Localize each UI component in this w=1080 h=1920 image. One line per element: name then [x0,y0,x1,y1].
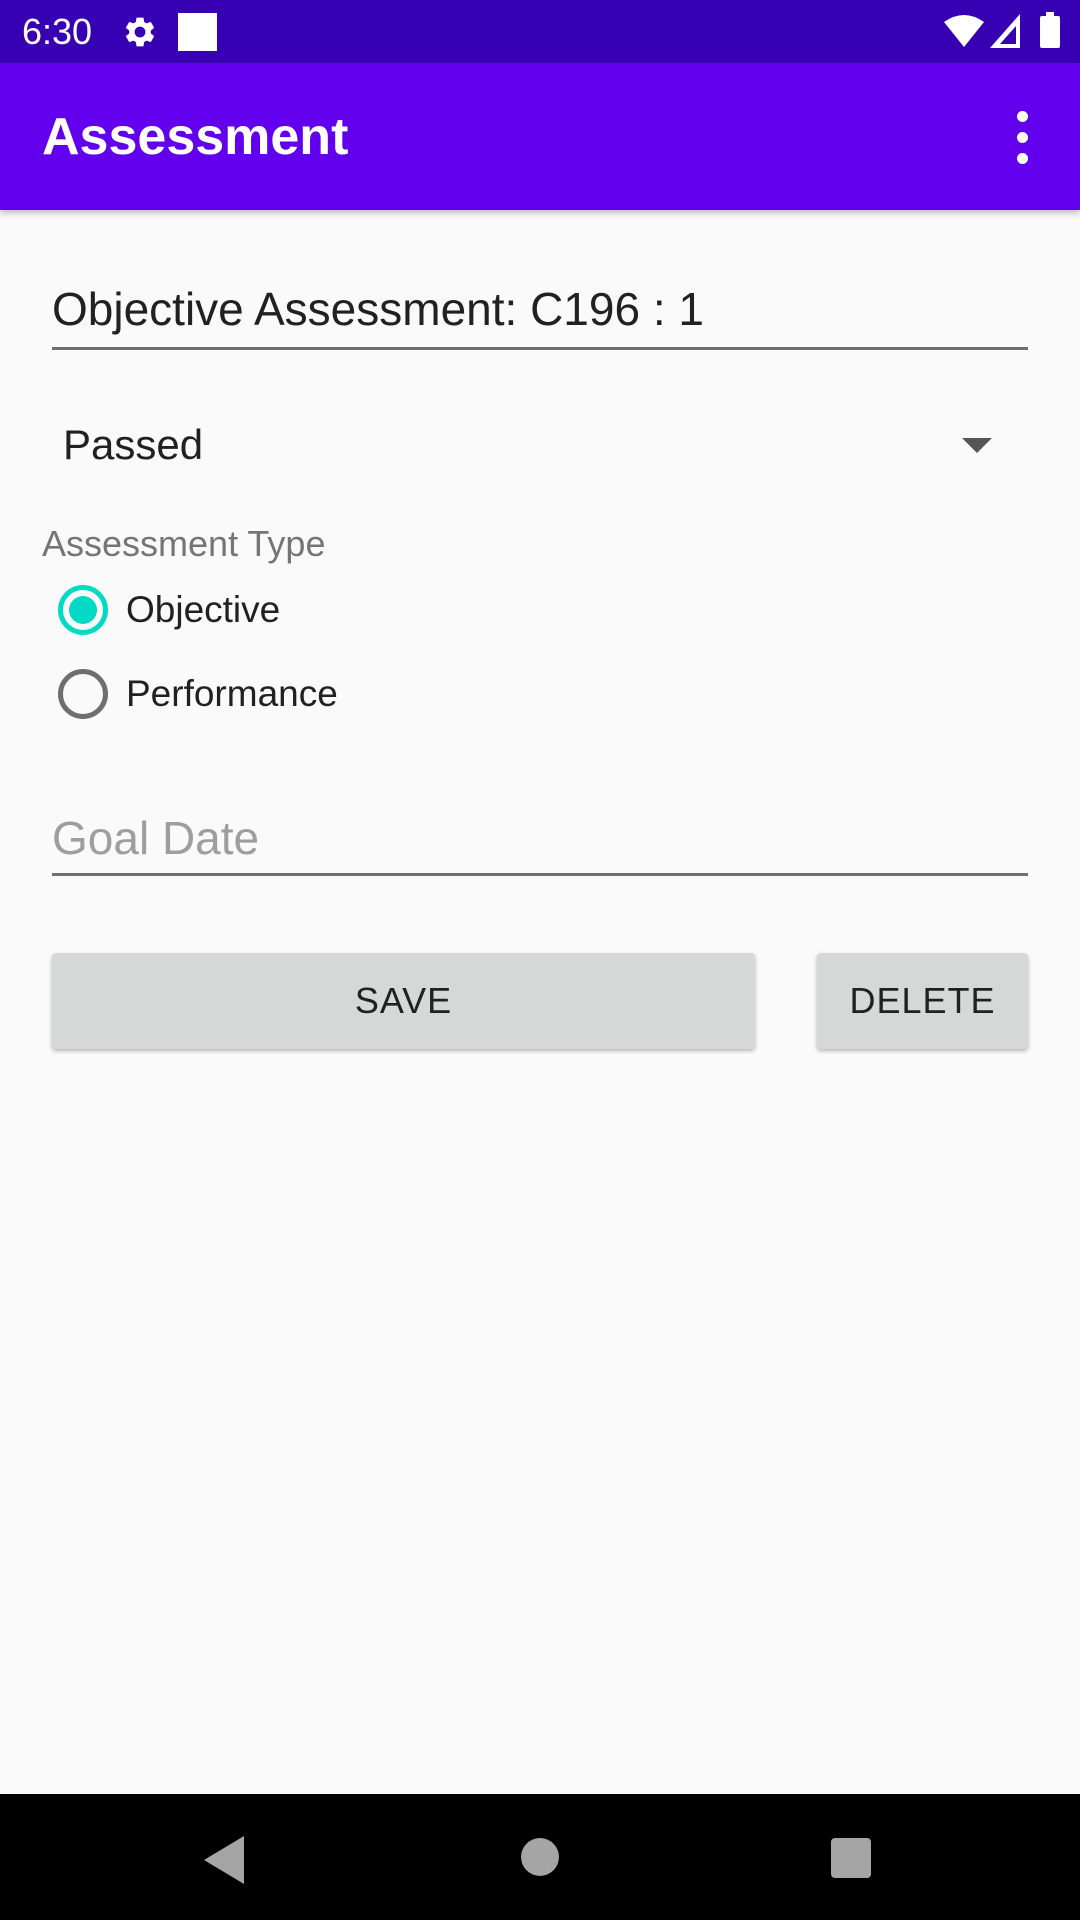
navigation-bar [0,1794,1080,1920]
delete-button[interactable]: DELETE [817,953,1028,1049]
radio-objective[interactable]: Objective [56,580,456,640]
more-vert-icon[interactable] [1004,105,1040,169]
radio-performance-label: Performance [126,673,338,714]
status-bar: 6:30 [0,0,1080,63]
recents-icon[interactable] [831,1838,871,1878]
status-spinner-value: Passed [63,421,204,468]
radio-objective-label: Objective [126,589,281,630]
gear-icon [125,17,155,47]
save-button[interactable]: SAVE [52,953,755,1049]
signal-icon [990,14,1020,48]
goal-date-field [52,800,1028,876]
back-icon[interactable] [204,1836,248,1884]
square-icon [178,13,217,51]
goal-date-input[interactable] [52,810,1028,866]
screen: 6:30 Assessment Objective Assessment: C1… [0,0,1080,1920]
dropdown-arrow-icon [962,438,992,453]
radio-unchecked-icon [58,669,108,719]
radio-dot-icon [69,596,97,624]
assessment-title-field[interactable]: Objective Assessment: C196 : 1 [52,270,1028,350]
radio-performance[interactable]: Performance [56,664,456,724]
battery-icon [1040,12,1060,48]
wifi-icon [944,15,984,47]
home-icon[interactable] [521,1838,559,1876]
assessment-title-value: Objective Assessment: C196 : 1 [52,283,704,335]
app-bar: Assessment [0,63,1080,210]
status-time: 6:30 [22,11,93,52]
status-spinner[interactable]: Passed [52,410,1028,480]
assessment-type-label: Assessment Type [42,523,326,564]
page-title: Assessment [42,108,349,166]
